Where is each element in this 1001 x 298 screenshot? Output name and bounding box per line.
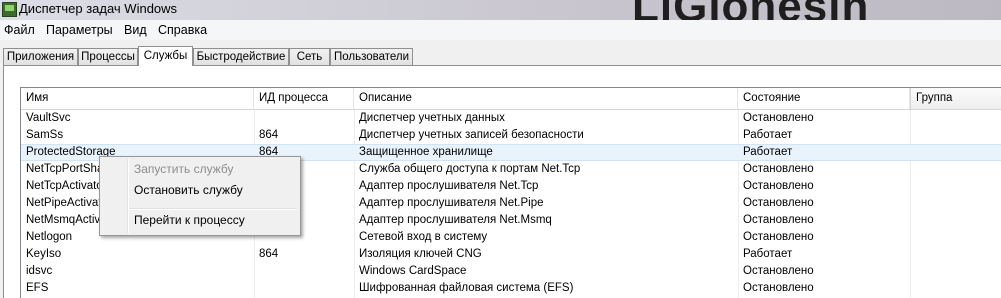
cell-name: EFS	[26, 282, 49, 294]
column-header-group[interactable]: Группа	[910, 88, 1001, 109]
tab-applications[interactable]: Приложения	[3, 48, 78, 65]
cell-name: idsvc	[26, 265, 53, 277]
cell-description: Windows CardSpace	[359, 265, 467, 277]
cell-name: VaultSvc	[26, 112, 71, 124]
cell-description: Адаптер прослушивателя Net.Msmq	[359, 214, 552, 226]
table-row[interactable]: KeyIso 864 Изоляция ключей CNG Работает	[21, 246, 1001, 263]
menu-options[interactable]: Параметры	[46, 23, 113, 37]
tab-strip: Приложения Процессы Службы Быстродействи…	[0, 40, 1001, 66]
table-row[interactable]: SamSs 864 Диспетчер учетных записей безо…	[21, 127, 1001, 144]
cell-status: Остановлено	[743, 180, 814, 192]
window-title: Диспетчер задач Windows	[19, 1, 178, 16]
title-bar: Диспетчер задач Windows LiGlonesin	[0, 0, 1001, 20]
table-row[interactable]: VaultSvc Диспетчер учетных данных Остано…	[21, 110, 1001, 127]
tab-users[interactable]: Пользователи	[330, 48, 413, 65]
cell-status: Работает	[743, 129, 793, 141]
cell-status: Остановлено	[743, 112, 814, 124]
context-menu-separator	[129, 208, 297, 210]
column-header-description[interactable]: Описание	[354, 88, 738, 109]
menu-item-stop-service[interactable]: Остановить службу	[134, 183, 243, 197]
cell-pid: 864	[259, 248, 279, 260]
cell-description: Изоляция ключей CNG	[359, 248, 482, 260]
task-manager-icon	[2, 2, 17, 17]
watermark: LiGlonesin	[632, 0, 869, 20]
menu-view[interactable]: Вид	[124, 23, 147, 37]
cell-description: Шифрованная файловая система (EFS)	[359, 282, 574, 294]
cell-description: Служба общего доступа к портам Net.Tcp	[359, 163, 581, 175]
cell-status: Остановлено	[743, 231, 814, 243]
cell-description: Адаптер прослушивателя Net.Tcp	[359, 180, 539, 192]
table-row[interactable]: idsvc Windows CardSpace Остановлено	[21, 263, 1001, 280]
cell-description: Диспетчер учетных данных	[359, 112, 505, 124]
cell-status: Остановлено	[743, 265, 814, 277]
menu-help[interactable]: Справка	[158, 23, 207, 37]
cell-status: Остановлено	[743, 214, 814, 226]
context-menu-gutter	[127, 159, 129, 233]
cell-pid: 864	[259, 129, 279, 141]
table-row[interactable]: EFS Шифрованная файловая система (EFS) О…	[21, 280, 1001, 297]
context-menu: Запустить службу Остановить службу Перей…	[99, 156, 301, 236]
cell-name: SamSs	[26, 129, 64, 141]
cell-name: KeyIso	[26, 248, 62, 260]
menu-item-go-to-process[interactable]: Перейти к процессу	[134, 213, 245, 227]
column-header-status[interactable]: Состояние	[738, 88, 910, 109]
cell-description: Защищенное хранилище	[359, 146, 493, 158]
menu-file[interactable]: Файл	[4, 23, 35, 37]
cell-status: Работает	[743, 146, 793, 158]
cell-status: Остановлено	[743, 197, 814, 209]
cell-status: Работает	[743, 248, 793, 260]
cell-description: Диспетчер учетных записей безопасности	[359, 129, 584, 141]
tab-processes[interactable]: Процессы	[78, 48, 138, 65]
menu-bar: Файл Параметры Вид Справка	[0, 20, 1001, 41]
menu-item-start-service[interactable]: Запустить службу	[134, 162, 233, 176]
tab-network[interactable]: Сеть	[289, 48, 330, 65]
cell-description: Сетевой вход в систему	[359, 231, 488, 243]
tab-performance[interactable]: Быстродействие	[193, 48, 289, 65]
column-header-pid[interactable]: ИД процесса	[254, 88, 354, 109]
column-header-name[interactable]: Имя	[21, 88, 254, 109]
list-header: Имя ИД процесса Описание Состояние Групп…	[21, 88, 1001, 110]
cell-status: Остановлено	[743, 282, 814, 294]
tab-services[interactable]: Службы	[138, 46, 193, 66]
cell-description: Адаптер прослушивателя Net.Pipe	[359, 197, 544, 209]
cell-status: Остановлено	[743, 163, 814, 175]
